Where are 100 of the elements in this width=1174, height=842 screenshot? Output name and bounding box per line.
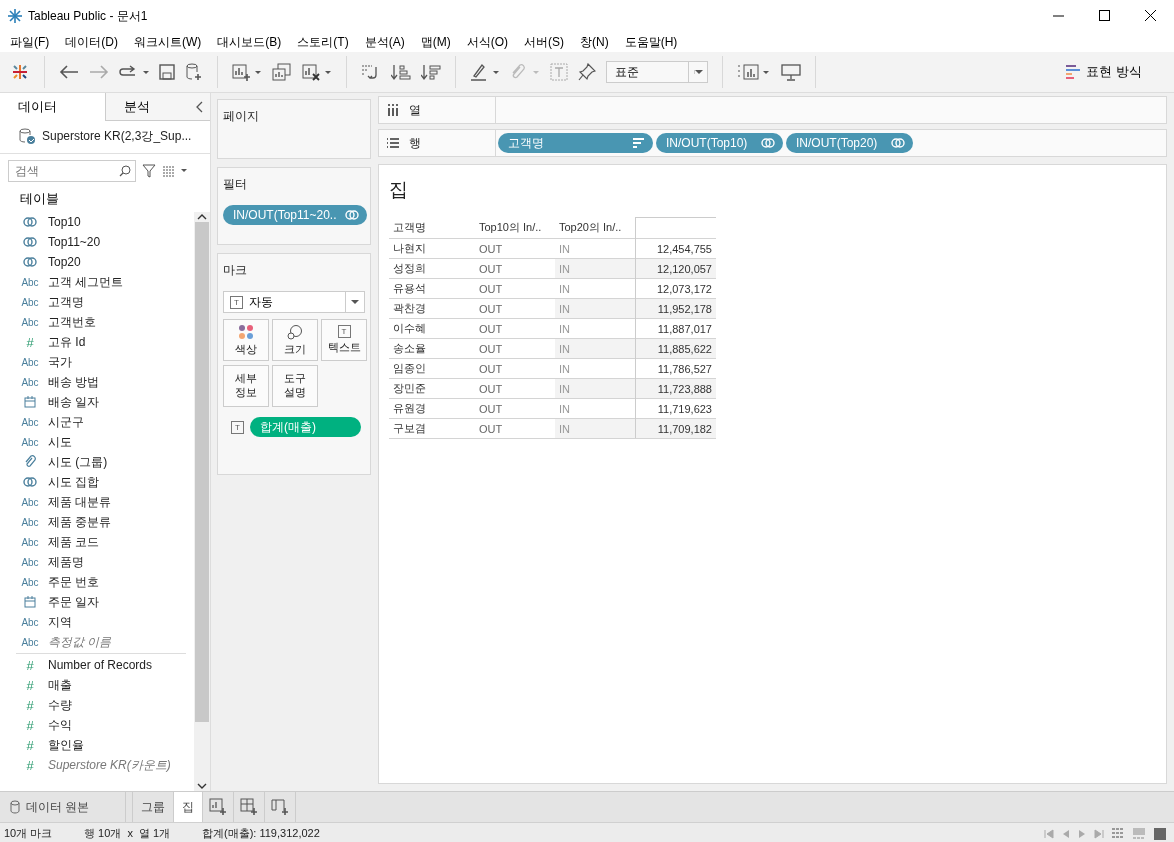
menu-item[interactable]: 데이터(D) xyxy=(57,33,126,51)
menu-item[interactable]: 워크시트(W) xyxy=(126,33,210,51)
size-circles-icon xyxy=(287,323,303,340)
field-item[interactable]: 지역 xyxy=(48,613,72,631)
sheet-tab[interactable]: 집 xyxy=(174,792,203,822)
close-icon[interactable] xyxy=(1145,10,1157,22)
table-cell: 성정희 xyxy=(389,258,475,279)
scroll-down-icon[interactable] xyxy=(197,781,207,791)
sort-ascending-icon[interactable] xyxy=(391,63,411,81)
card-title: 페이지 xyxy=(223,108,260,125)
scrollbar[interactable] xyxy=(194,212,210,791)
string-type-icon: Abc xyxy=(20,516,40,528)
show-cards-icon[interactable] xyxy=(737,63,771,81)
presentation-icon[interactable] xyxy=(781,63,801,81)
field-item[interactable]: 국가 xyxy=(48,353,72,371)
card-title: 필터 xyxy=(223,176,248,193)
field-item[interactable]: Top11~20 xyxy=(48,235,101,249)
shelf-label: 열 xyxy=(409,101,421,119)
field-item[interactable]: 제품 코드 xyxy=(48,533,100,551)
show-me-button[interactable]: 표현 방식 xyxy=(1060,62,1148,82)
field-item[interactable]: 고객명 xyxy=(48,293,84,311)
sheet-title: 집 xyxy=(389,178,409,202)
field-item[interactable]: 배송 일자 xyxy=(48,393,100,411)
number-type-icon: # xyxy=(20,677,40,693)
field-item[interactable]: 제품명 xyxy=(48,553,84,571)
new-story-icon[interactable] xyxy=(271,798,289,816)
collapse-icon[interactable] xyxy=(196,101,204,113)
new-dashboard-icon[interactable] xyxy=(240,798,258,816)
field-item[interactable]: 고객번호 xyxy=(48,313,96,331)
field-item[interactable]: 주문 번호 xyxy=(48,573,100,591)
data-source-name[interactable]: Superstore KR(2,3강_Sup... xyxy=(42,127,192,145)
highlighter-icon[interactable] xyxy=(470,63,500,81)
mark-property-button[interactable]: 크기 xyxy=(272,319,318,361)
mark-type-dropdown[interactable]: T 자동 xyxy=(223,291,365,313)
field-item[interactable]: 고객 세그먼트 xyxy=(48,273,124,291)
field-item[interactable]: 시도 xyxy=(48,433,72,451)
table-cell: 장민준 xyxy=(389,378,475,399)
menu-item[interactable]: 도움말(H) xyxy=(616,33,686,51)
menu-item[interactable]: 분석(A) xyxy=(356,33,413,51)
new-worksheet-icon[interactable] xyxy=(209,798,227,816)
field-item[interactable]: 배송 방법 xyxy=(48,373,100,391)
window-title: Tableau Public - 문서1 xyxy=(28,7,148,25)
string-type-icon: Abc xyxy=(20,316,40,328)
table-cell: OUT xyxy=(475,358,555,379)
field-item[interactable]: 제품 대분류 xyxy=(48,493,112,511)
pin-icon[interactable] xyxy=(578,63,596,81)
number-type-icon: # xyxy=(20,737,40,753)
filter-icon[interactable] xyxy=(142,164,156,178)
field-item[interactable]: Top20 xyxy=(48,255,81,269)
save-icon[interactable] xyxy=(159,64,175,80)
set-icon xyxy=(761,137,775,149)
mark-property-button[interactable]: T 텍스트 xyxy=(321,319,367,361)
field-item[interactable]: 시도 (그룹) xyxy=(48,453,108,471)
field-item[interactable]: 매출 xyxy=(48,676,72,694)
rows-icon xyxy=(387,137,399,149)
single-view-icon[interactable] xyxy=(1154,827,1166,840)
duplicate-sheet-icon[interactable] xyxy=(272,63,292,81)
paperclip-icon[interactable] xyxy=(510,63,540,81)
field-item[interactable]: 시군구 xyxy=(48,413,84,431)
menu-item[interactable]: 파일(F) xyxy=(2,33,58,51)
field-item[interactable]: 고유 Id xyxy=(48,333,86,351)
database-icon xyxy=(10,800,20,814)
sort-descending-icon[interactable] xyxy=(421,63,441,81)
mark-property-button[interactable]: 세부 정보 xyxy=(223,365,269,407)
menu-item[interactable]: 스토리(T) xyxy=(289,33,357,51)
scroll-up-icon[interactable] xyxy=(197,212,207,222)
clear-sheet-icon[interactable] xyxy=(302,63,332,81)
section-heading: 테이블 xyxy=(19,190,60,208)
set-icon xyxy=(891,137,905,149)
maximize-icon[interactable] xyxy=(1099,10,1111,22)
field-item[interactable]: 주문 일자 xyxy=(48,593,100,611)
fit-dropdown[interactable]: 표준 xyxy=(606,61,708,83)
field-item[interactable]: 시도 집합 xyxy=(48,473,100,491)
set-icon xyxy=(23,476,37,488)
pane-tab[interactable]: 분석 xyxy=(104,93,210,121)
columns-shelf[interactable]: 열 xyxy=(378,96,1167,124)
back-arrow-icon[interactable] xyxy=(59,64,79,80)
field-item[interactable]: 수익 xyxy=(48,716,72,734)
mark-property-button[interactable]: 도구 설명 xyxy=(272,365,318,407)
field-item[interactable]: 할인율 xyxy=(48,736,84,754)
app-logo-icon xyxy=(8,9,22,23)
field-item[interactable]: Number of Records xyxy=(48,658,153,672)
shelf-label: 행 xyxy=(409,134,421,152)
field-item[interactable]: 측정값 이름 xyxy=(48,633,112,651)
menu-item[interactable]: 맵(M) xyxy=(412,33,459,51)
new-worksheet-icon[interactable] xyxy=(232,63,262,81)
mark-property-button[interactable]: 색상 xyxy=(223,319,269,361)
sum-summary: 합계(매출): 119,312,022 xyxy=(202,826,320,841)
field-item[interactable]: 수량 xyxy=(48,696,72,714)
menu-item[interactable]: 대시보드(B) xyxy=(209,33,290,51)
field-item[interactable]: Superstore KR(카운트) xyxy=(48,756,171,774)
table-cell: 곽찬경 xyxy=(389,298,475,319)
menu-item[interactable]: 서버(S) xyxy=(516,33,572,51)
string-type-icon: Abc xyxy=(20,536,40,548)
menu-item[interactable]: 창(N) xyxy=(572,33,617,51)
field-item[interactable]: Top10 xyxy=(48,215,81,229)
menu-item[interactable]: 서식(O) xyxy=(458,33,516,51)
field-item[interactable]: 제품 중분류 xyxy=(48,513,112,531)
new-data-source-icon[interactable] xyxy=(185,63,203,81)
search-field[interactable]: 검색 xyxy=(8,160,136,182)
